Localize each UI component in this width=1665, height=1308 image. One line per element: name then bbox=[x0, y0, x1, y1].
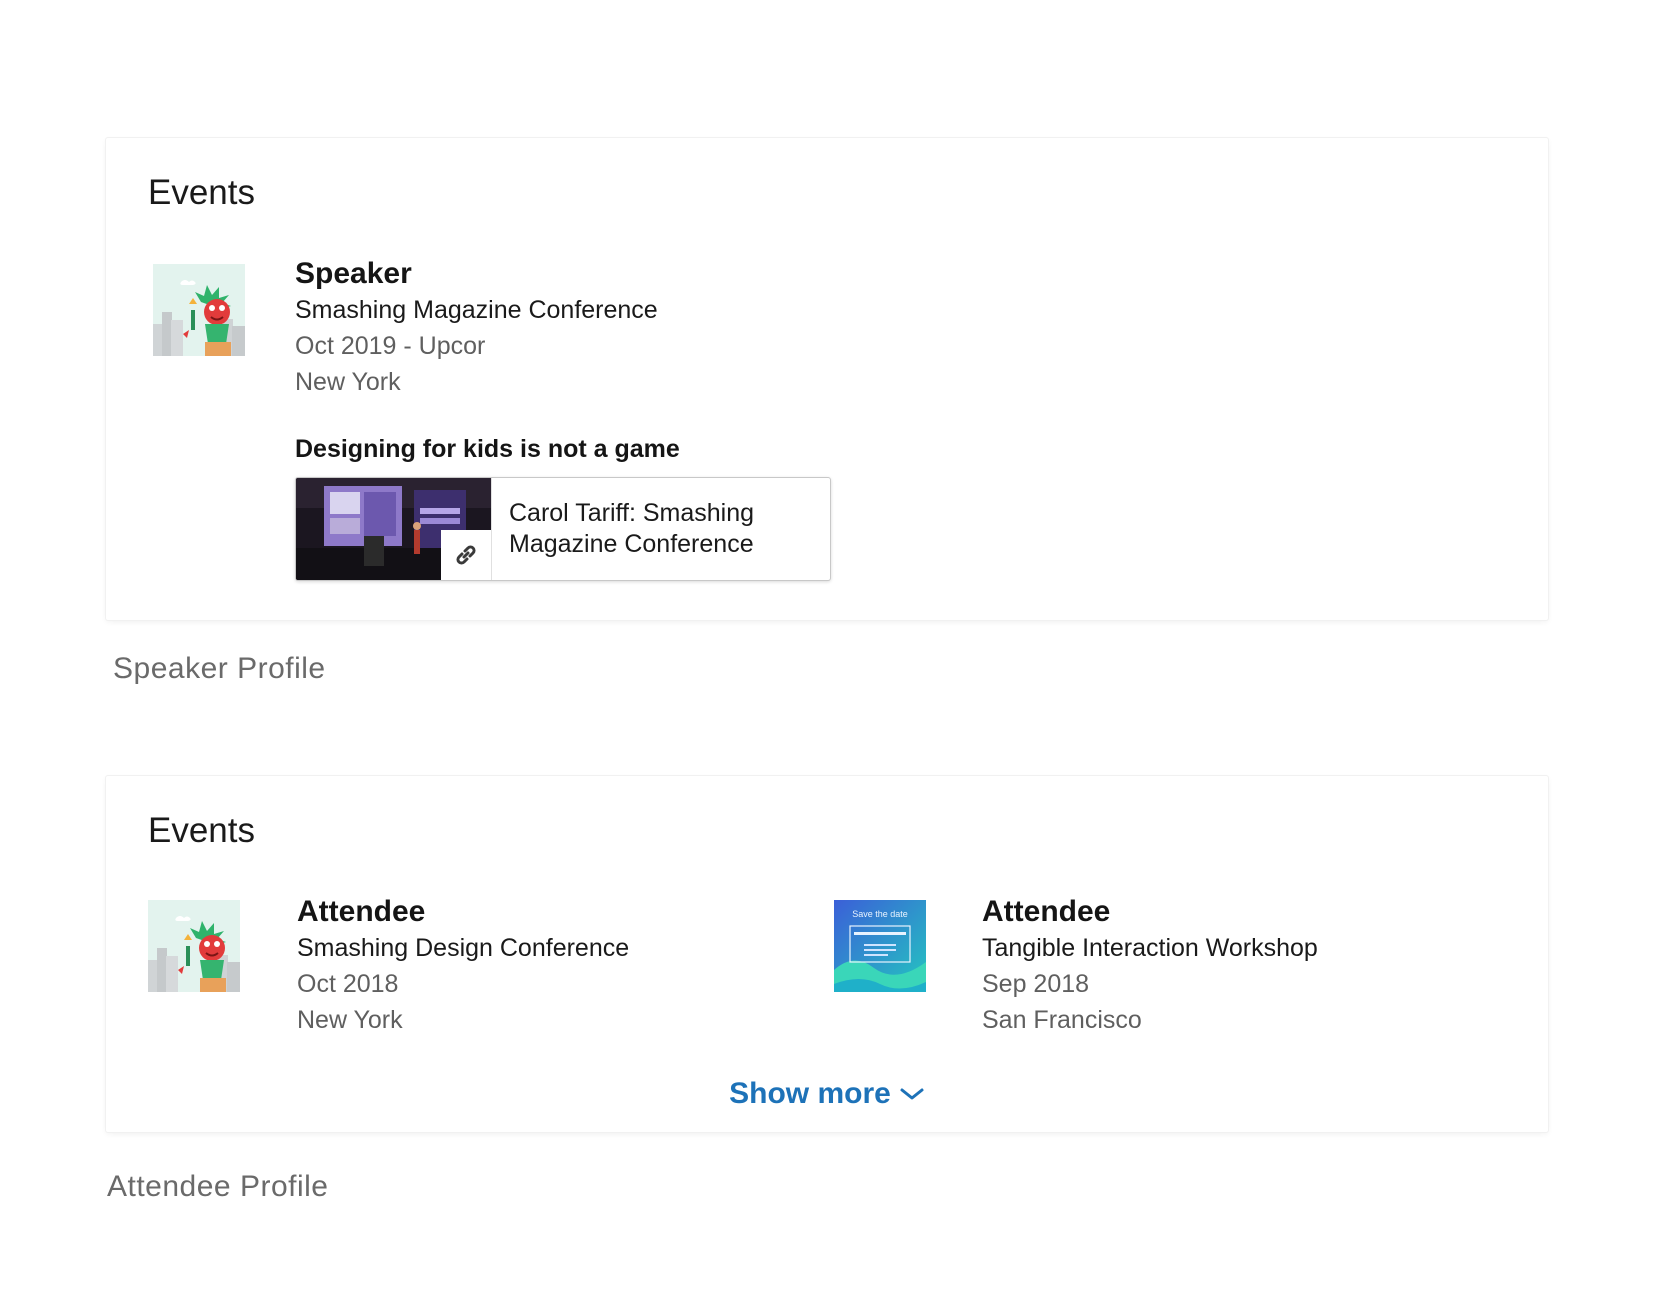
card-title: Events bbox=[148, 811, 255, 850]
show-more-button[interactable]: Show more bbox=[106, 1076, 1548, 1112]
chevron-down-icon bbox=[900, 1088, 924, 1100]
attendee-event-info: Attendee Tangible Interaction Workshop S… bbox=[982, 894, 1318, 1038]
attendee-events-card: Events Attendee Smashing Design Conferen… bbox=[106, 776, 1548, 1132]
attendee-profile-caption: Attendee Profile bbox=[107, 1170, 329, 1203]
media-divider bbox=[491, 478, 492, 580]
link-badge bbox=[441, 530, 491, 580]
event-name[interactable]: Tangible Interaction Workshop bbox=[982, 930, 1318, 966]
event-thumbnail[interactable] bbox=[153, 264, 245, 356]
event-name[interactable]: Smashing Design Conference bbox=[297, 930, 629, 966]
event-dates: Oct 2018 bbox=[297, 970, 399, 998]
event-role: Speaker bbox=[295, 257, 412, 290]
show-more-label: Show more bbox=[729, 1077, 891, 1110]
talk-media-card[interactable]: Carol Tariff: Smashing Magazine Conferen… bbox=[295, 477, 831, 581]
attendee-event-info: Attendee Smashing Design Conference Oct … bbox=[297, 894, 629, 1038]
event-location: New York bbox=[297, 1006, 403, 1034]
event-dates: Oct 2019 - Upcor bbox=[295, 332, 486, 360]
poster-text: Save the date bbox=[852, 909, 908, 919]
event-dates: Sep 2018 bbox=[982, 970, 1090, 998]
event-location: New York bbox=[295, 368, 401, 396]
statue-of-liberty-icon bbox=[148, 900, 240, 992]
save-the-date-poster-icon: Save the date bbox=[834, 900, 926, 992]
event-role: Attendee bbox=[297, 895, 426, 928]
link-icon bbox=[456, 545, 476, 565]
statue-of-liberty-icon bbox=[153, 264, 245, 356]
event-location: San Francisco bbox=[982, 1006, 1142, 1034]
event-name[interactable]: Smashing Magazine Conference bbox=[295, 292, 658, 328]
speaker-profile-caption: Speaker Profile bbox=[113, 652, 326, 685]
talk-title: Designing for kids is not a game bbox=[295, 435, 680, 463]
event-role: Attendee bbox=[982, 895, 1111, 928]
event-thumbnail[interactable]: Save the date bbox=[834, 900, 926, 992]
media-title[interactable]: Carol Tariff: Smashing Magazine Conferen… bbox=[509, 498, 809, 560]
speaker-events-card: Events Speaker Smashing Magazine Confere… bbox=[106, 138, 1548, 620]
speaker-event-info: Speaker Smashing Magazine Conference Oct… bbox=[295, 256, 658, 400]
card-title: Events bbox=[148, 173, 255, 212]
event-thumbnail[interactable] bbox=[148, 900, 240, 992]
